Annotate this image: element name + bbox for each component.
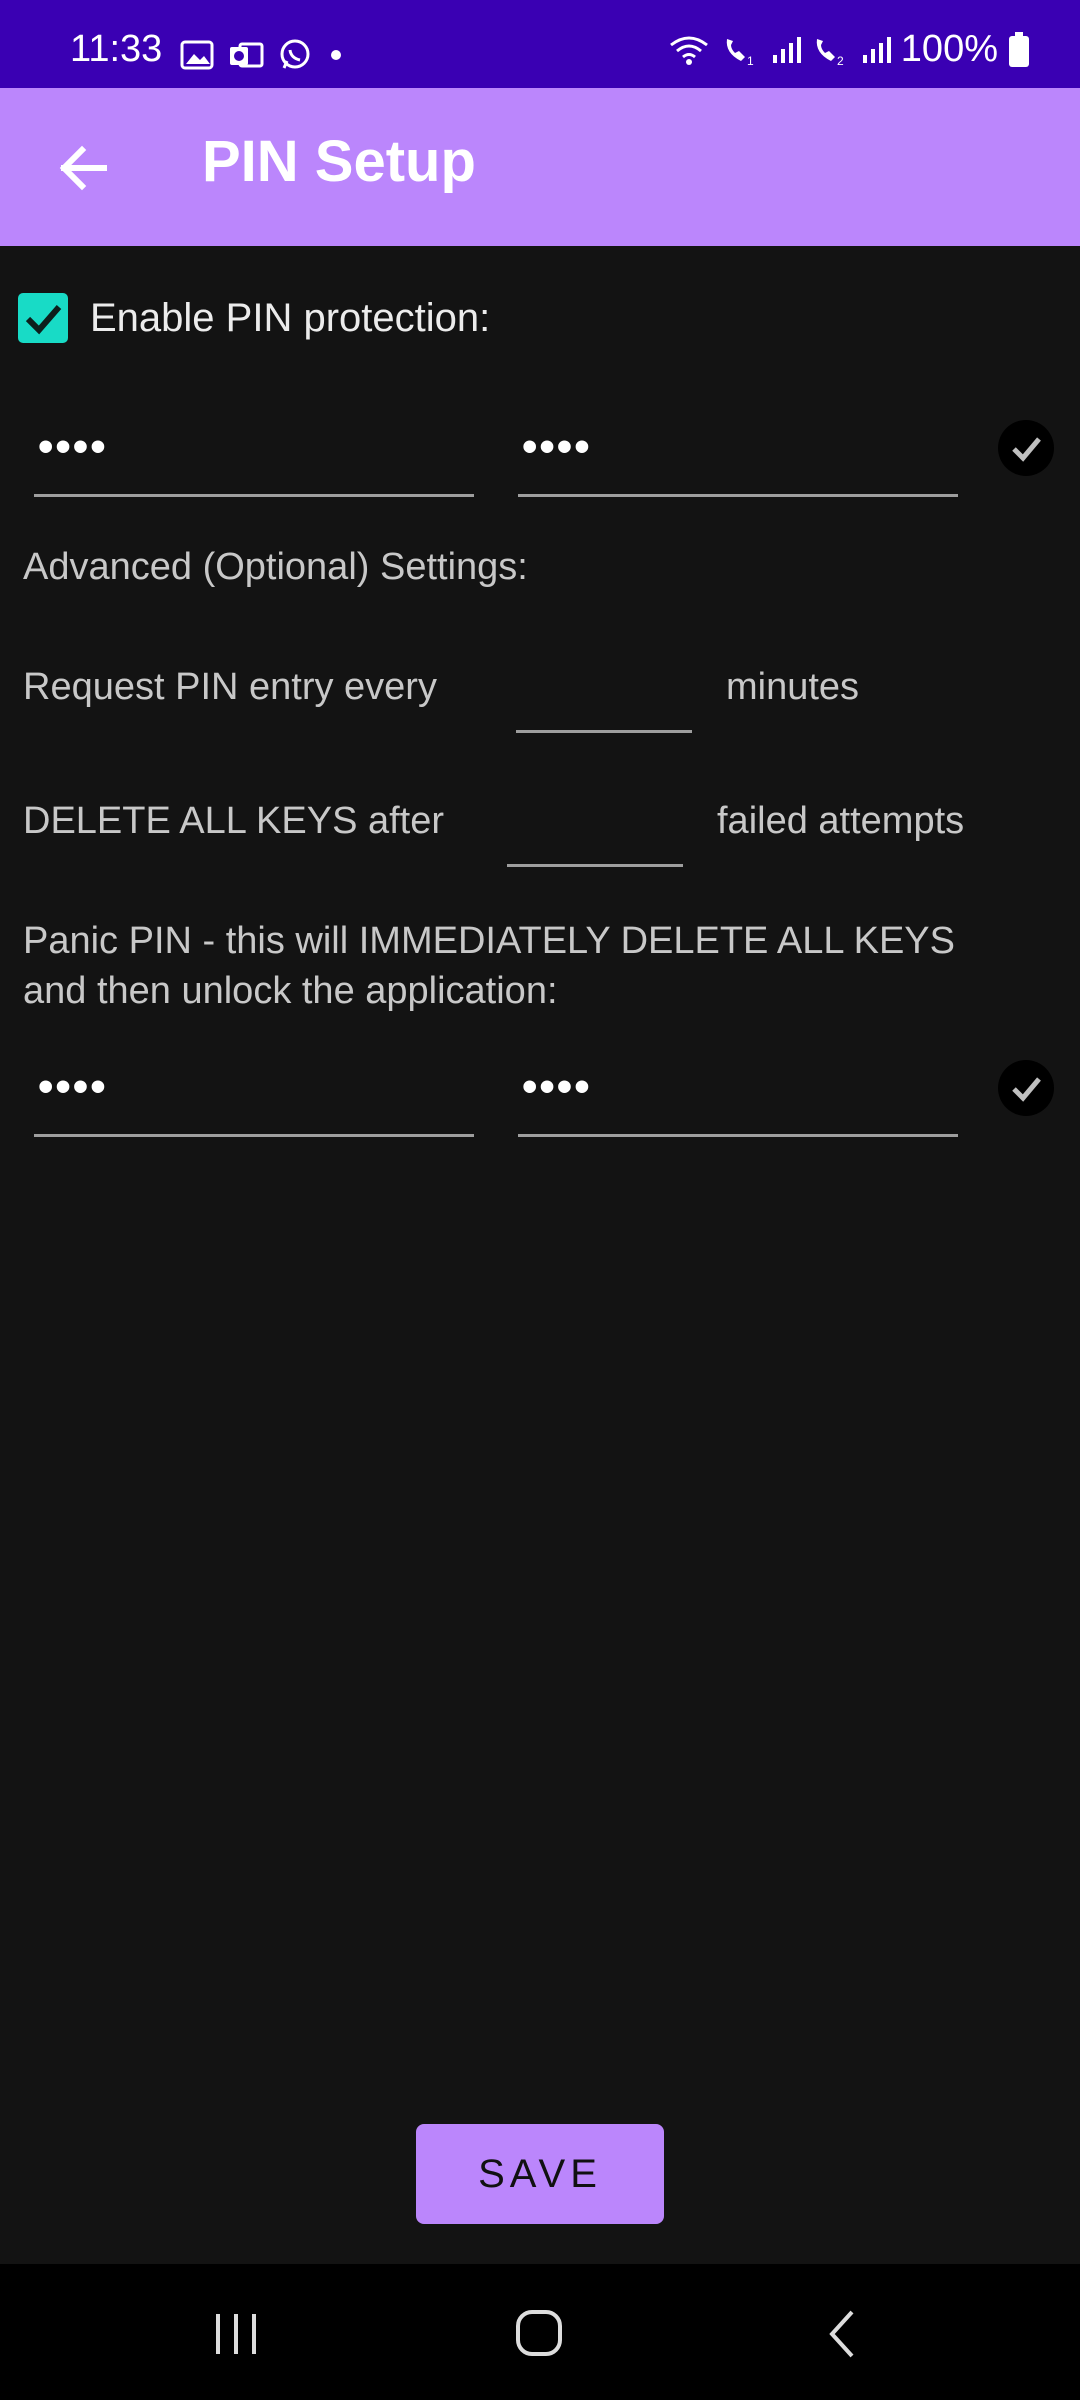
pin-input[interactable]: •••• [34,414,474,497]
check-circle-icon [1012,437,1041,462]
pin-match-indicator [998,420,1054,476]
request-pin-label: Request PIN entry every [23,666,437,708]
pin-input-value: •••• [38,422,108,471]
check-circle-icon [1012,1077,1041,1102]
recents-button[interactable] [206,2304,266,2364]
arrow-left-icon [59,145,107,191]
system-icons: 1 2 100% [667,28,1030,71]
panic-pin-match-indicator [998,1060,1054,1116]
panic-pin-confirm-input[interactable]: •••• [518,1054,958,1137]
home-icon [516,2310,562,2356]
nav-back-button[interactable] [814,2304,874,2364]
status-bar: 11:33 1 2 100% [0,0,1080,88]
signal-icon [772,36,801,63]
status-time: 11:33 [70,28,163,70]
panic-pin-confirm-value: •••• [522,1062,592,1111]
image-icon [180,40,214,70]
battery-percent: 100% [900,28,998,70]
back-button[interactable] [48,132,120,204]
call-sim2-icon: 2 [816,38,844,67]
delete-keys-label: DELETE ALL KEYS after [23,800,445,842]
advanced-heading: Advanced (Optional) Settings: [23,546,528,588]
checkmark-icon [25,305,62,335]
recents-icon [216,2314,256,2354]
panic-description-line1: Panic PIN - this will IMMEDIATELY DELETE… [23,920,956,962]
outlook-icon [230,42,264,68]
back-chevron-icon [829,2310,854,2358]
enable-pin-checkbox[interactable] [18,293,68,343]
enable-pin-row[interactable]: Enable PIN protection: [18,288,490,348]
app-bar: PIN Setup [0,88,1080,246]
whatsapp-icon [280,39,310,69]
notification-icons [180,38,346,72]
signal-icon [862,36,891,63]
navigation-bar [0,2264,1080,2400]
failed-attempts-input[interactable] [507,786,683,867]
svg-text:2: 2 [837,54,844,67]
pin-confirm-input[interactable]: •••• [518,414,958,497]
panic-description-line2: and then unlock the application: [23,970,558,1012]
delete-unit-label: failed attempts [717,800,965,842]
call-sim1-icon: 1 [726,38,754,67]
save-button[interactable]: SAVE [416,2124,664,2224]
panic-pin-value: •••• [38,1062,108,1111]
page-title: PIN Setup [202,129,476,194]
home-button[interactable] [510,2304,570,2364]
wifi-icon [669,36,708,65]
panic-pin-input[interactable]: •••• [34,1054,474,1137]
pin-confirm-value: •••• [522,422,592,471]
dot-icon [331,50,341,60]
svg-text:1: 1 [747,54,754,67]
battery-icon [1009,31,1029,67]
request-interval-input[interactable] [516,652,692,733]
request-unit-label: minutes [726,666,860,708]
enable-pin-label: Enable PIN protection: [90,295,491,340]
